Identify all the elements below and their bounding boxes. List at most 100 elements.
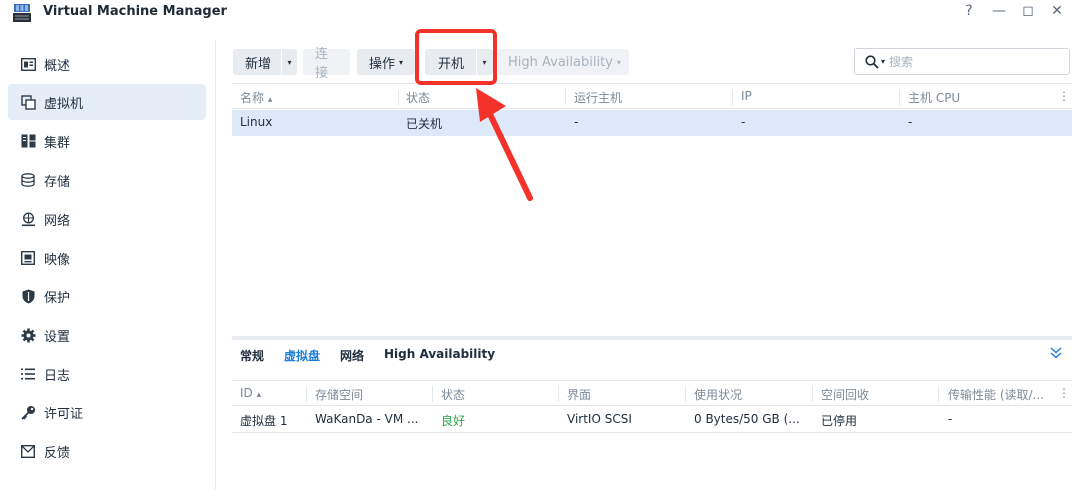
disk-table-header: ID ▴ 存储空间 状态 界面 使用状况 空间回收 传输性能 (读取/... ⋮ — [232, 380, 1072, 406]
sidebar-item-label: 存储 — [44, 174, 71, 190]
column-header-interface[interactable]: 界面 — [567, 386, 591, 403]
sidebar-item-protection[interactable]: 保护 — [8, 278, 206, 314]
storage-icon — [20, 172, 36, 188]
table-row[interactable]: Linux 已关机 - - - — [232, 110, 1072, 136]
chevron-down-icon[interactable]: ▾ — [281, 49, 297, 75]
high-availability-button[interactable]: High Availability ▾ — [498, 49, 629, 75]
connect-button[interactable]: 连接 — [303, 47, 350, 81]
vm-status: 已关机 — [406, 117, 443, 131]
table-row[interactable]: 虚拟盘 1 WaKanDa - VM ... 良好 VirtIO SCSI 0 … — [232, 407, 1072, 433]
highlight-box — [415, 29, 497, 85]
sidebar-item-settings[interactable]: 设置 — [8, 317, 206, 353]
sidebar-item-label: 网络 — [44, 213, 71, 229]
action-button-label: 操作 — [369, 56, 396, 72]
sidebar-item-label: 概述 — [44, 58, 71, 74]
log-icon — [20, 366, 36, 382]
sidebar-item-network[interactable]: 网络 — [8, 201, 206, 237]
window-title: Virtual Machine Manager — [43, 4, 227, 19]
create-button-label: 新增 — [245, 56, 272, 72]
tab-network[interactable]: 网络 — [340, 347, 364, 364]
disk-performance: - — [948, 412, 953, 426]
column-header-reclaim[interactable]: 空间回收 — [821, 386, 869, 403]
sidebar-item-virtual-machine[interactable]: 虚拟机 — [8, 84, 206, 120]
gear-icon — [20, 327, 36, 343]
sidebar-item-feedback[interactable]: 反馈 — [8, 433, 206, 469]
search-box[interactable]: ▾ 搜索 — [854, 48, 1070, 75]
feedback-icon — [20, 443, 36, 459]
cluster-icon — [20, 133, 36, 149]
disk-status: 良好 — [441, 414, 466, 428]
action-button[interactable]: 操作 ▾ — [357, 49, 415, 75]
column-header-cpu[interactable]: 主机 CPU — [908, 89, 960, 106]
column-menu-icon[interactable]: ⋮ — [1058, 386, 1070, 400]
sidebar-item-image[interactable]: 映像 — [8, 240, 206, 276]
column-divider[interactable] — [306, 386, 307, 402]
column-divider[interactable] — [432, 386, 433, 402]
sidebar-item-label: 虚拟机 — [44, 96, 84, 112]
sidebar-item-license[interactable]: 许可证 — [8, 394, 206, 430]
network-icon — [20, 211, 36, 227]
sidebar: 概述 虚拟机 集群 存储 网络 映像 保护 设置 日志 许可证 反馈 — [0, 40, 216, 490]
tab-high-availability[interactable]: High Availability — [384, 347, 495, 361]
column-header-status[interactable]: 状态 — [441, 386, 465, 403]
column-divider[interactable] — [398, 89, 399, 105]
column-header-ip[interactable]: IP — [741, 89, 752, 103]
vm-table-header: 名称 ▴ 状态 运行主机 IP 主机 CPU ⋮ — [232, 83, 1072, 109]
sidebar-item-label: 保护 — [44, 290, 71, 306]
column-header-performance[interactable]: 传输性能 (读取/... — [948, 386, 1044, 403]
key-icon — [20, 404, 36, 420]
sidebar-item-label: 日志 — [44, 368, 71, 384]
column-header-usage[interactable]: 使用状况 — [694, 386, 742, 403]
disk-id: 虚拟盘 1 — [240, 414, 288, 428]
virtual-machine-icon — [20, 94, 36, 110]
collapse-panel-icon[interactable] — [1049, 346, 1063, 364]
vmm-app-icon — [13, 4, 31, 22]
vm-host: - — [574, 115, 579, 129]
shield-icon — [20, 288, 36, 304]
column-menu-icon[interactable]: ⋮ — [1058, 89, 1070, 103]
sidebar-item-storage[interactable]: 存储 — [8, 162, 206, 198]
column-header-host[interactable]: 运行主机 — [574, 89, 622, 106]
high-availability-button-label: High Availability — [508, 54, 613, 70]
vm-name: Linux — [240, 115, 273, 129]
sidebar-item-label: 集群 — [44, 135, 71, 151]
panel-splitter[interactable] — [232, 336, 1072, 340]
column-divider[interactable] — [685, 386, 686, 402]
chevron-down-icon: ▾ — [616, 57, 621, 67]
sidebar-item-overview[interactable]: 概述 — [8, 46, 206, 82]
column-divider[interactable] — [565, 89, 566, 105]
sidebar-item-log[interactable]: 日志 — [8, 356, 206, 392]
search-icon[interactable]: ▾ — [865, 54, 885, 69]
column-header-id[interactable]: ID ▴ — [240, 386, 261, 400]
disk-reclaim: 已停用 — [821, 414, 858, 428]
column-header-status[interactable]: 状态 — [406, 89, 430, 106]
annotation-arrow — [476, 88, 533, 201]
tab-general[interactable]: 常规 — [240, 347, 264, 364]
vm-ip: - — [741, 115, 746, 129]
tab-virtual-disk[interactable]: 虚拟盘 — [284, 347, 320, 364]
column-divider[interactable] — [558, 386, 559, 402]
disk-usage: 0 Bytes/50 GB (... — [694, 412, 800, 426]
sort-asc-icon: ▴ — [256, 390, 262, 400]
help-icon[interactable]: ? — [960, 3, 978, 19]
search-input[interactable]: 搜索 — [889, 53, 913, 70]
overview-icon — [20, 56, 36, 72]
maximize-icon[interactable]: ◻ — [1019, 3, 1037, 19]
column-divider[interactable] — [899, 89, 900, 105]
title-bar: Virtual Machine Manager ? — ◻ ✕ — [0, 0, 1080, 26]
sidebar-item-cluster[interactable]: 集群 — [8, 123, 206, 159]
sidebar-item-label: 许可证 — [44, 406, 84, 422]
image-icon — [20, 250, 36, 266]
column-divider[interactable] — [812, 386, 813, 402]
column-header-name[interactable]: 名称 ▴ — [240, 89, 272, 106]
vm-cpu: - — [908, 115, 913, 129]
column-divider[interactable] — [732, 89, 733, 105]
minimize-icon[interactable]: — — [990, 3, 1008, 19]
column-header-storage[interactable]: 存储空间 — [315, 386, 363, 403]
column-divider[interactable] — [938, 386, 939, 402]
disk-interface: VirtIO SCSI — [567, 412, 632, 426]
close-icon[interactable]: ✕ — [1048, 3, 1066, 19]
create-button[interactable]: 新增 ▾ — [233, 49, 297, 75]
chevron-down-icon: ▾ — [399, 57, 404, 67]
disk-storage: WaKanDa - VM ... — [315, 412, 419, 426]
